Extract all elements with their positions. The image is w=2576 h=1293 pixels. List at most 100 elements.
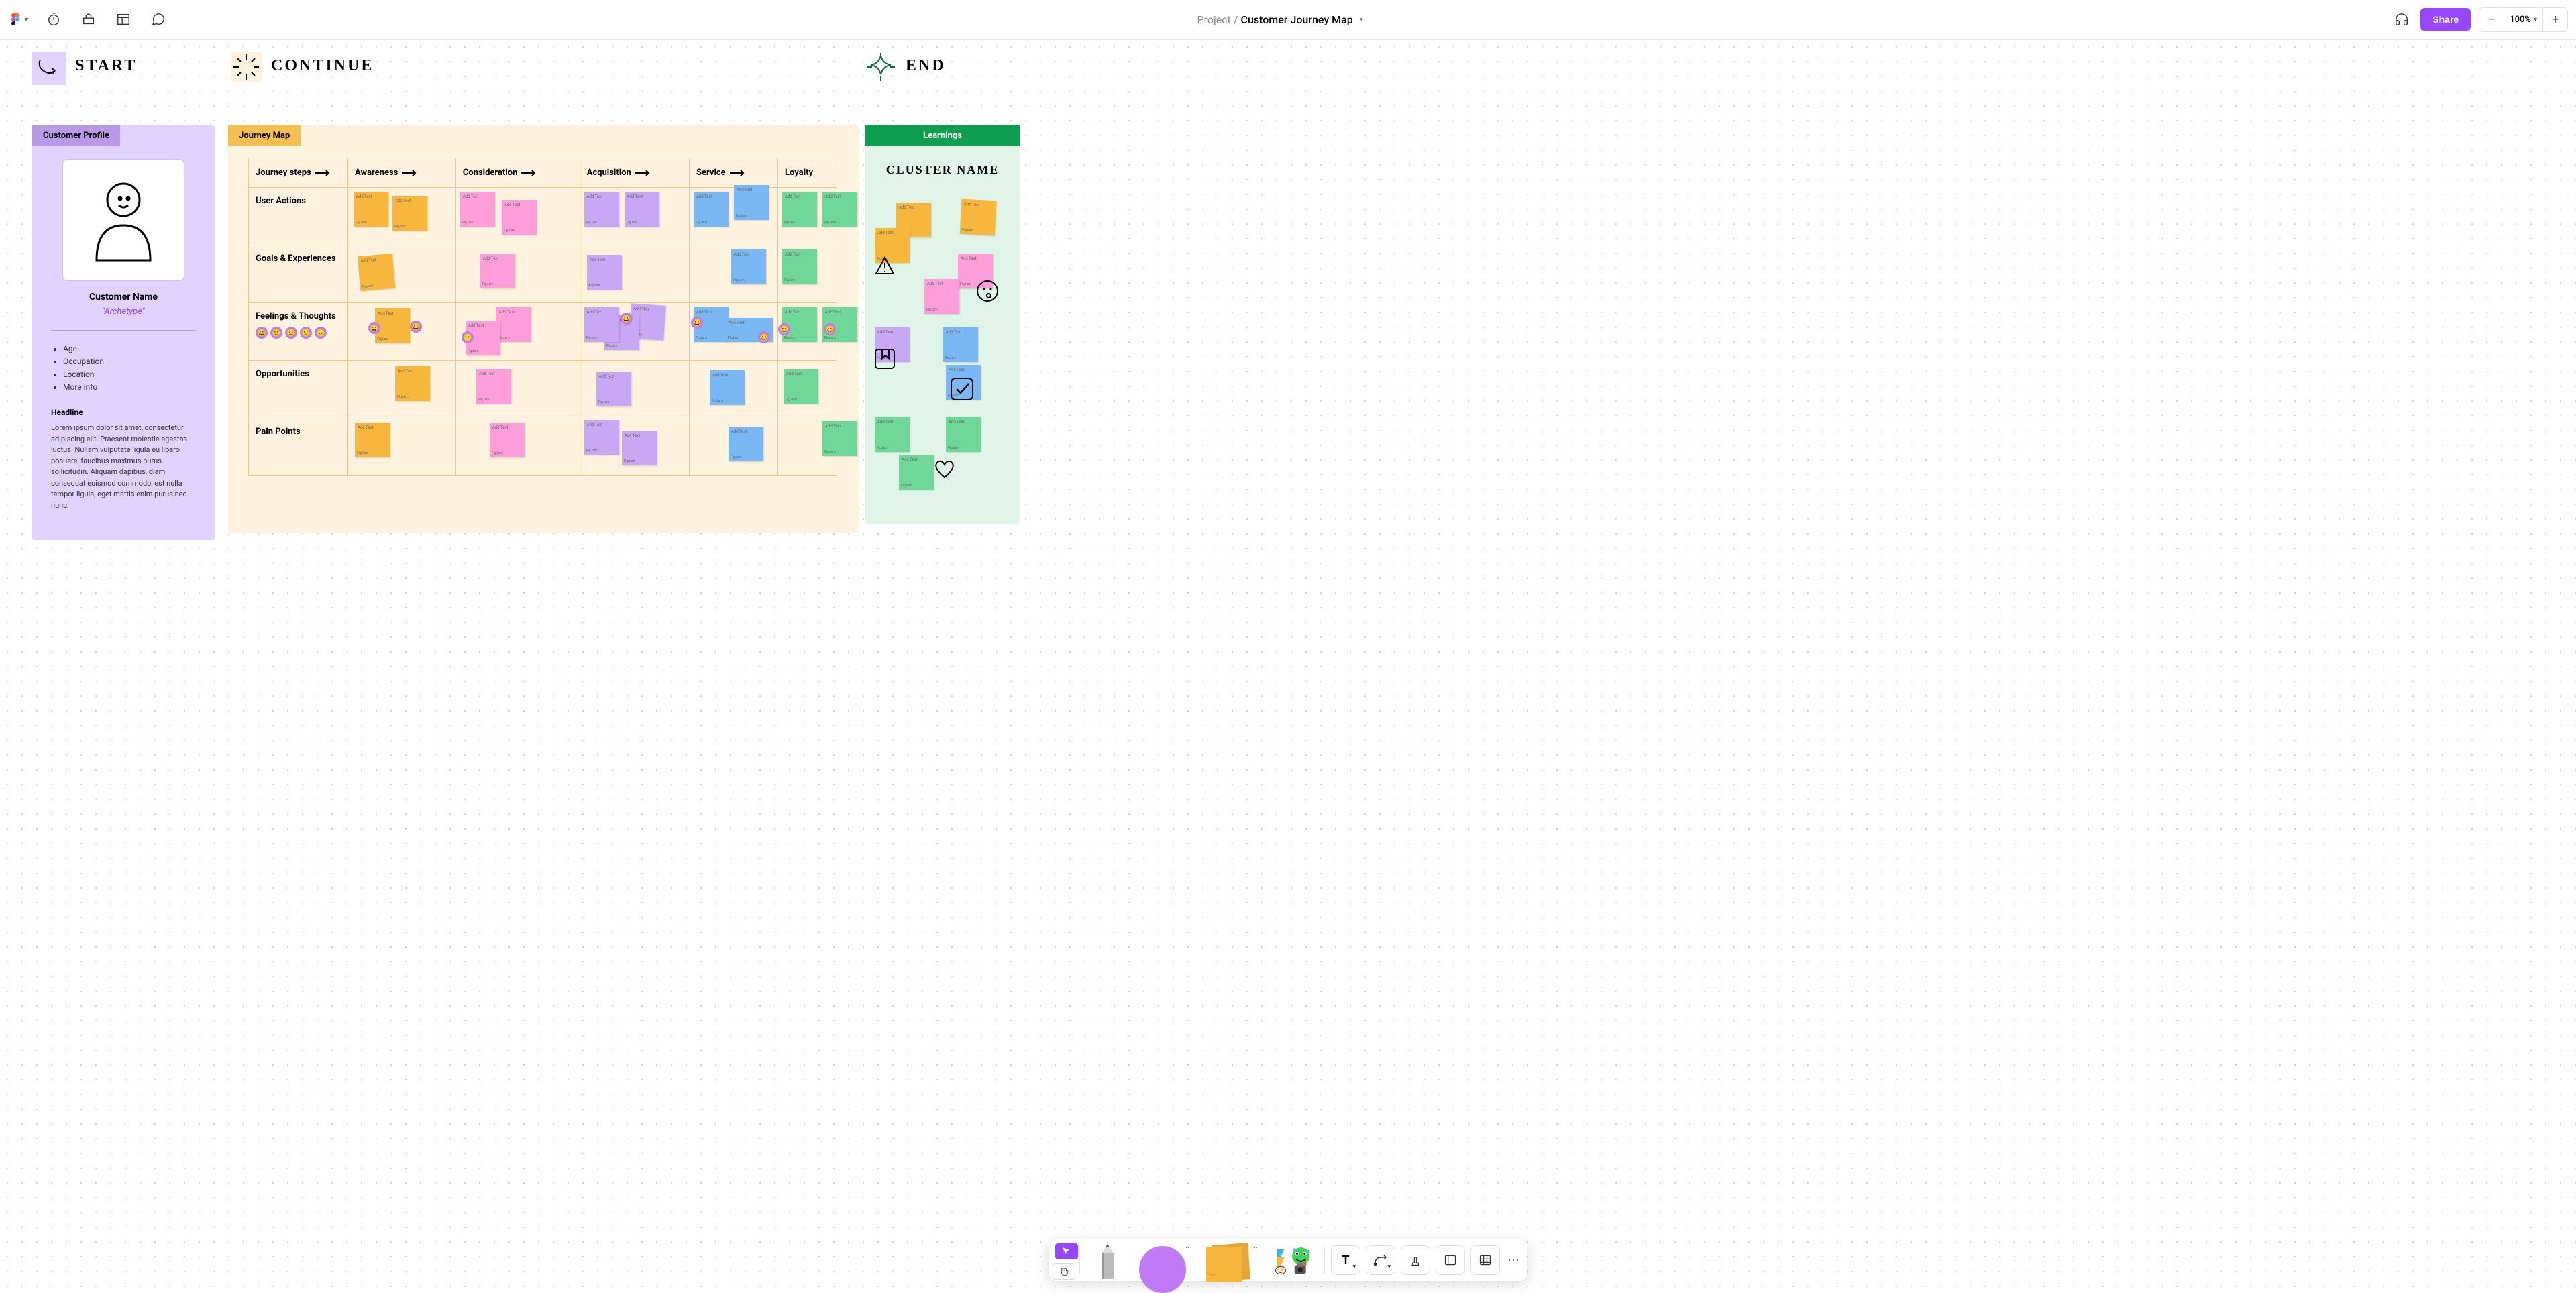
- sticky-note[interactable]: Add TextFigJam: [375, 308, 410, 343]
- pencil-tool[interactable]: [1084, 1243, 1131, 1277]
- sticky-note[interactable]: Add TextFigJam: [924, 279, 959, 314]
- sticky-note[interactable]: Add TextFigJam: [584, 192, 619, 227]
- connector-tool[interactable]: ▾: [1366, 1245, 1395, 1275]
- canvas[interactable]: START CONTINUE END Customer Profile Cust…: [0, 40, 2576, 1288]
- cell[interactable]: Add TextFigJam: [689, 245, 777, 303]
- layout-icon[interactable]: [113, 9, 134, 30]
- sticky-note[interactable]: Add TextFigJam: [502, 200, 537, 235]
- chevron-up-icon[interactable]: ⌃: [1253, 1246, 1258, 1253]
- cell[interactable]: Add TextFigJam: [455, 245, 580, 303]
- select-tool[interactable]: [1055, 1243, 1078, 1259]
- sticky-note[interactable]: Add TextFigJam: [899, 455, 934, 490]
- emoji-stamp-icon[interactable]: 😐: [462, 331, 474, 343]
- cell[interactable]: Add TextFigJamAdd TextFigJam: [689, 188, 777, 245]
- sticky-note[interactable]: Add TextFigJam: [622, 431, 657, 465]
- journey-map-panel[interactable]: Journey Map Journey steps Awareness Cons…: [228, 125, 859, 533]
- cell[interactable]: Add TextFigJam: [348, 245, 456, 303]
- sticky-note[interactable]: Add TextFigJam: [584, 420, 619, 455]
- chevron-up-icon[interactable]: ⌃: [1185, 1246, 1190, 1253]
- share-button[interactable]: Share: [2420, 8, 2471, 31]
- comment-icon[interactable]: [148, 9, 169, 30]
- breadcrumb[interactable]: Project / Customer Journey Map ▾: [174, 13, 2385, 26]
- stamp-tool[interactable]: [1401, 1245, 1430, 1275]
- emoji-stamp-icon[interactable]: 😀: [778, 323, 790, 335]
- zoom-in-button[interactable]: +: [2543, 8, 2567, 31]
- emoji-stamp-icon[interactable]: 😀: [368, 322, 380, 334]
- sticky-note[interactable]: Add TextFigJam: [782, 249, 817, 284]
- headphones-icon[interactable]: [2391, 9, 2412, 30]
- stamp-sticker-tool[interactable]: [1263, 1243, 1320, 1277]
- sticky-note[interactable]: Add TextFigJam: [490, 423, 525, 457]
- sticky-note-tool[interactable]: ⌃: [1194, 1243, 1261, 1277]
- sticky-note[interactable]: Add TextFigJam: [822, 192, 857, 227]
- table-tool[interactable]: [1470, 1245, 1500, 1275]
- figma-menu-icon[interactable]: ▾: [8, 9, 30, 30]
- profile-attributes-list: Age Occupation Location More info: [32, 344, 215, 392]
- cell[interactable]: Add TextFigJam: [580, 245, 689, 303]
- cell[interactable]: Add TextFigJamAdd TextFigJam: [580, 418, 689, 476]
- cell[interactable]: Add TextFigJam: [348, 361, 456, 418]
- cell[interactable]: Add TextFigJamAdd TextFigJam😀😀: [778, 303, 837, 361]
- cell[interactable]: Add TextFigJam: [778, 245, 837, 303]
- cell[interactable]: Add TextFigJamAdd TextFigJam: [348, 188, 456, 245]
- customer-profile-panel[interactable]: Customer Profile Customer Name "Archetyp…: [32, 125, 215, 540]
- sticky-note[interactable]: Add TextFigJam: [587, 255, 622, 290]
- more-tools[interactable]: ⋯: [1503, 1243, 1523, 1277]
- voting-icon[interactable]: [78, 9, 99, 30]
- cell[interactable]: Add TextFigJamAdd TextFigJamAdd TextFigJ…: [580, 303, 689, 361]
- cell[interactable]: Add TextFigJamAdd TextFigJam: [778, 188, 837, 245]
- emoji-stamp-icon[interactable]: 😀: [410, 321, 422, 333]
- cell[interactable]: Add TextFigJam: [778, 418, 837, 476]
- cell[interactable]: Add TextFigJamAdd TextFigJam: [580, 188, 689, 245]
- timer-icon[interactable]: [43, 9, 64, 30]
- sticky-note[interactable]: Add TextFigJam: [946, 417, 981, 452]
- cell[interactable]: Add TextFigJam: [348, 418, 456, 476]
- sticky-note[interactable]: Add TextFigJam: [355, 423, 390, 457]
- cell[interactable]: Add TextFigJam: [580, 361, 689, 418]
- sticky-note[interactable]: Add TextFigJam: [358, 254, 395, 291]
- chevron-down-icon[interactable]: ▾: [1360, 16, 1363, 23]
- sticky-note[interactable]: Add TextFigJam: [822, 421, 857, 456]
- sticky-note[interactable]: Add TextFigJam: [782, 192, 817, 227]
- sticky-note[interactable]: Add TextFigJam: [710, 370, 745, 405]
- hand-tool[interactable]: [1053, 1263, 1075, 1280]
- sticky-note[interactable]: Add TextFigJam: [480, 254, 515, 288]
- sticky-note[interactable]: Add TextFigJam: [596, 372, 631, 406]
- sticky-note[interactable]: Add TextFigJam: [729, 427, 763, 461]
- shape-tool[interactable]: ⌃: [1132, 1243, 1193, 1277]
- sticky-note[interactable]: Add TextFigJam: [496, 307, 531, 342]
- zoom-value[interactable]: 100%▾: [2504, 8, 2543, 31]
- cell[interactable]: Add TextFigJam: [455, 361, 580, 418]
- sticky-note[interactable]: Add TextFigJam: [395, 366, 430, 401]
- cell[interactable]: Add TextFigJam: [778, 361, 837, 418]
- cell[interactable]: Add TextFigJamAdd TextFigJam😀😀: [689, 303, 777, 361]
- sticky-note[interactable]: Add TextFigJam: [875, 417, 910, 452]
- sticky-note[interactable]: Add TextFigJam: [460, 192, 495, 227]
- sticky-note[interactable]: Add TextFigJam: [392, 196, 427, 231]
- cell[interactable]: Add TextFigJam: [689, 418, 777, 476]
- sticky-note[interactable]: Add TextFigJam: [625, 192, 659, 227]
- divider: [51, 330, 196, 331]
- emoji-stamp-icon[interactable]: 😀: [691, 317, 703, 329]
- cell[interactable]: Add TextFigJam😀 😀: [348, 303, 456, 361]
- emoji-stamp-icon[interactable]: 😀: [758, 331, 770, 343]
- sticky-note[interactable]: Add TextFigJam: [584, 307, 619, 342]
- cell[interactable]: Add TextFigJamAdd TextFigJam: [455, 188, 580, 245]
- cell[interactable]: Add TextFigJam: [455, 418, 580, 476]
- sticky-note[interactable]: Add TextFigJam: [694, 192, 729, 227]
- sticky-note[interactable]: Add TextFigJam: [960, 199, 997, 236]
- sticky-note[interactable]: Add TextFigJam: [476, 369, 511, 404]
- emoji-stamp-icon[interactable]: 😀: [824, 323, 836, 335]
- sticky-note[interactable]: Add TextFigJam: [731, 249, 766, 284]
- text-tool[interactable]: T▾: [1331, 1245, 1360, 1275]
- sticky-note[interactable]: Add TextFigJam: [784, 369, 818, 404]
- zoom-out-button[interactable]: −: [2479, 8, 2504, 31]
- cell[interactable]: Add TextFigJam: [689, 361, 777, 418]
- emoji-stamp-icon[interactable]: 😀: [621, 313, 633, 325]
- cell[interactable]: Add TextFigJamAdd TextFigJam😐: [455, 303, 580, 361]
- sticky-note[interactable]: Add TextFigJam: [354, 192, 388, 227]
- template-tool[interactable]: [1436, 1245, 1465, 1275]
- sticky-note[interactable]: Add TextFigJam: [943, 327, 978, 362]
- learnings-panel[interactable]: Learnings CLUSTER NAME Add TextFigJam Ad…: [865, 125, 1020, 524]
- sticky-note[interactable]: Add TextFigJam: [734, 185, 769, 220]
